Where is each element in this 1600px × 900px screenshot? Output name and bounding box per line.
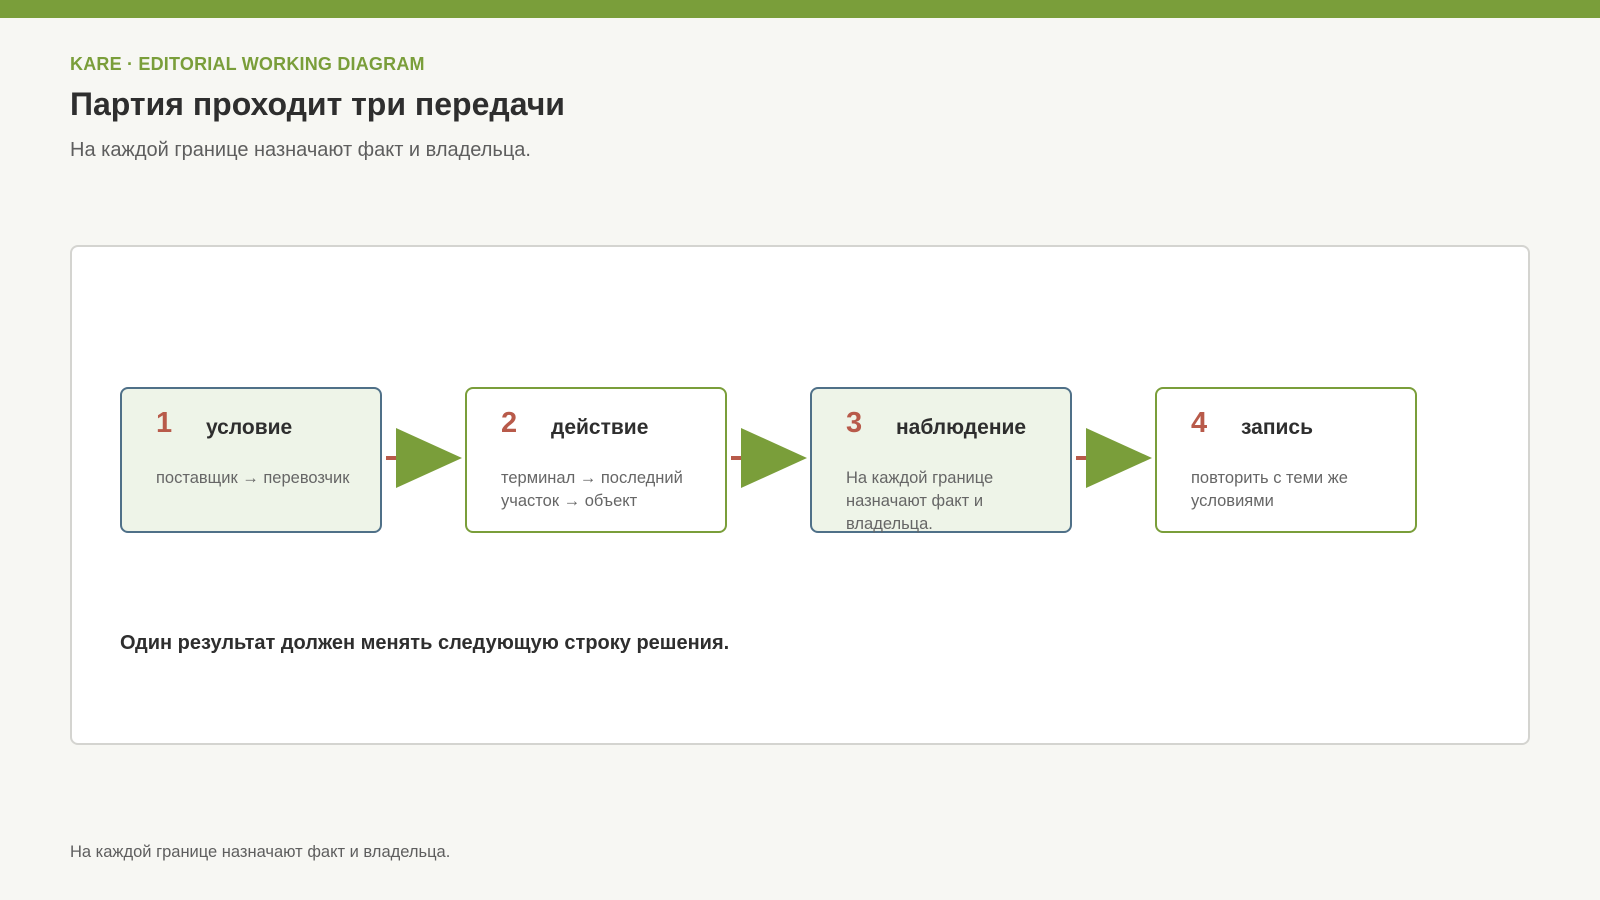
step-description: поставщик → перевозчик <box>156 469 350 487</box>
step-number: 2 <box>501 407 518 439</box>
step-card-1: 1 условие поставщик → перевозчик <box>120 387 382 533</box>
arrow-connector-3 <box>1076 428 1152 488</box>
arrow-head-icon <box>741 428 807 488</box>
step-label: условие <box>206 416 293 439</box>
step-card-4: 4 запись повторить с теми же условиями <box>1155 387 1417 533</box>
step-card-2: 2 действие терминал → последний участок … <box>465 387 727 533</box>
page-title: Партия проходит три передачи <box>70 86 565 122</box>
page-subtitle: На каждой границе назначают факт и владе… <box>70 139 531 161</box>
footer-text: На каждой границе назначают факт и владе… <box>70 843 451 861</box>
step-number: 3 <box>846 407 863 439</box>
step-label: запись <box>1241 416 1314 439</box>
step-label: действие <box>551 416 649 439</box>
top-accent-bar <box>0 0 1600 18</box>
step-description: терминал → последний участок → объект <box>501 469 683 510</box>
arrow-connector-1 <box>386 428 462 488</box>
step-description: На каждой границе назначают факт и владе… <box>846 469 994 533</box>
arrow-connector-2 <box>731 428 807 488</box>
step-card-3: 3 наблюдение На каждой границе назначают… <box>810 387 1072 533</box>
kicker: KARE · EDITORIAL WORKING DIAGRAM <box>70 54 425 74</box>
step-description: повторить с теми же условиями <box>1191 469 1348 510</box>
step-number: 4 <box>1191 407 1208 439</box>
arrow-head-icon <box>1086 428 1152 488</box>
diagram-note: Один результат должен менять следующую с… <box>120 632 730 654</box>
diagram-panel: 1 условие поставщик → перевозчик 2 дейст… <box>70 245 1530 745</box>
step-label: наблюдение <box>896 416 1027 439</box>
step-number: 1 <box>156 407 173 439</box>
arrow-head-icon <box>396 428 462 488</box>
